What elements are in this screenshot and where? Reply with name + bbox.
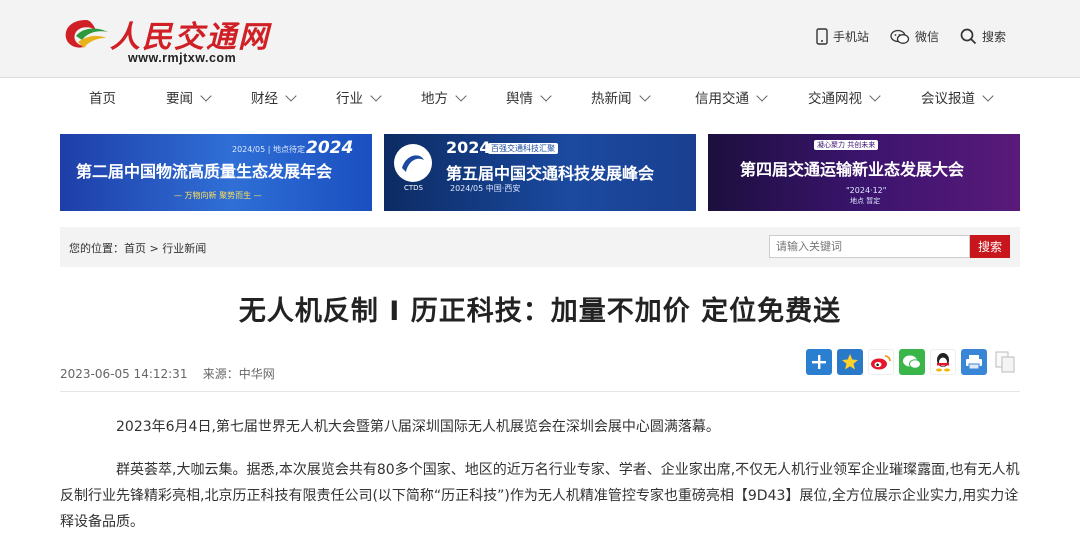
banner-logo-text: CTDS bbox=[404, 184, 423, 192]
nav-item-transport-video[interactable]: 交通网视 bbox=[808, 78, 881, 120]
banner-date: "2024·12" bbox=[846, 186, 887, 195]
banner-tag: 百强交通科技汇聚 bbox=[488, 143, 558, 154]
banner-title: 第四届交通运输新业态发展大会 bbox=[740, 160, 965, 179]
chevron-down-icon bbox=[638, 90, 651, 102]
header-search-link[interactable]: 搜索 bbox=[960, 28, 1006, 45]
banner-place: 地点 暂定 bbox=[850, 197, 881, 205]
nav-label: 首页 bbox=[89, 91, 116, 107]
nav-item-headlines[interactable]: 要闻 bbox=[166, 78, 212, 120]
banner-title: 第二届中国物流高质量生态发展年会 bbox=[76, 162, 333, 181]
ctds-logo-icon bbox=[394, 144, 432, 182]
nav-item-public-opinion[interactable]: 舆情 bbox=[506, 78, 552, 120]
breadcrumb-home[interactable]: 首页 bbox=[124, 242, 146, 255]
wechat-icon bbox=[890, 29, 910, 44]
chevron-down-icon bbox=[540, 90, 552, 102]
phone-icon bbox=[816, 28, 828, 45]
mobile-site-label: 手机站 bbox=[833, 30, 870, 44]
breadcrumb-bar: 您的位置：首页 > 行业新闻 搜索 bbox=[60, 227, 1020, 267]
meta-divider bbox=[60, 391, 1020, 392]
nav-item-home[interactable]: 首页 bbox=[89, 78, 116, 120]
chevron-down-icon bbox=[982, 90, 994, 102]
nav-item-finance[interactable]: 财经 bbox=[251, 78, 297, 120]
banner-tag: 凝心聚力 共创未来 bbox=[814, 140, 879, 150]
mobile-site-link[interactable]: 手机站 bbox=[816, 28, 869, 45]
chevron-down-icon bbox=[455, 90, 467, 102]
qq-icon[interactable] bbox=[930, 349, 956, 375]
breadcrumb-current[interactable]: 行业新闻 bbox=[162, 242, 206, 255]
article-source-label: 来源： bbox=[202, 367, 239, 381]
share-toolbar bbox=[806, 349, 1023, 375]
article-paragraph: 2023年6月4日,第七届世界无人机大会暨第八届深圳国际无人机展览会在深圳会展中… bbox=[116, 419, 720, 435]
main-nav: 首页 要闻 财经 行业 地方 舆情 热新闻 信用交通 交通网视 会议报道 bbox=[0, 77, 1080, 119]
banner-date: 2024/05 | 地点待定 bbox=[232, 145, 306, 154]
nav-item-hot-news[interactable]: 热新闻 bbox=[591, 78, 651, 120]
banner-year: 2024 bbox=[306, 138, 354, 158]
chevron-down-icon bbox=[370, 90, 382, 102]
nav-item-local[interactable]: 地方 bbox=[421, 78, 467, 120]
site-header: 人民交通网 www.rmjtxw.com 手机站 微信 搜索 bbox=[0, 0, 1080, 77]
nav-label: 交通网视 bbox=[808, 91, 862, 107]
chevron-down-icon bbox=[200, 90, 212, 102]
wechat-link[interactable]: 微信 bbox=[890, 28, 939, 45]
weibo-icon[interactable] bbox=[868, 349, 894, 375]
search-button[interactable]: 搜索 bbox=[970, 235, 1010, 258]
nav-label: 舆情 bbox=[506, 91, 533, 107]
breadcrumb: 您的位置：首页 > 行业新闻 bbox=[69, 240, 206, 256]
chevron-down-icon bbox=[756, 90, 768, 102]
site-logo[interactable]: 人民交通网 www.rmjtxw.com bbox=[62, 10, 282, 68]
article-date: 2023-06-05 14:12:31 bbox=[60, 367, 188, 381]
banner-date: 2024/05 中国·西安 bbox=[450, 184, 521, 193]
nav-label: 地方 bbox=[421, 91, 448, 107]
banner-title: 第五届中国交通科技发展峰会 bbox=[446, 164, 655, 183]
wechat-label: 微信 bbox=[915, 30, 940, 44]
wechat-share-icon[interactable] bbox=[899, 349, 925, 375]
nav-item-credit-transport[interactable]: 信用交通 bbox=[695, 78, 768, 120]
nav-label: 信用交通 bbox=[695, 91, 749, 107]
print-icon[interactable] bbox=[961, 349, 987, 375]
copy-icon[interactable] bbox=[992, 349, 1018, 375]
breadcrumb-prefix: 您的位置： bbox=[69, 242, 124, 255]
breadcrumb-separator: > bbox=[146, 242, 163, 255]
search-icon bbox=[960, 28, 977, 45]
search-input[interactable] bbox=[769, 235, 970, 258]
article-source: 中华网 bbox=[238, 367, 275, 381]
banner-new-business-conference[interactable]: 凝心聚力 共创未来 第四届交通运输新业态发展大会 "2024·12" 地点 暂定 bbox=[708, 134, 1020, 211]
site-url: www.rmjtxw.com bbox=[128, 51, 237, 65]
share-plus-icon[interactable] bbox=[806, 349, 832, 375]
banner-logistics-conference[interactable]: 2024/05 | 地点待定 2024 第二届中国物流高质量生态发展年会 — 万… bbox=[60, 134, 372, 211]
nav-label: 会议报道 bbox=[921, 91, 975, 107]
qzone-icon[interactable] bbox=[837, 349, 863, 375]
article-title: 无人机反制 I 历正科技：加量不加价 定位免费送 bbox=[238, 296, 842, 327]
search-label: 搜索 bbox=[982, 30, 1007, 44]
chevron-down-icon bbox=[285, 90, 297, 102]
banner-tech-summit[interactable]: CTDS 2024 百强交通科技汇聚 第五届中国交通科技发展峰会 2024/05… bbox=[384, 134, 696, 211]
article-paragraph: 群英荟萃,大咖云集。据悉,本次展览会共有80多个国家、地区的近万名行业专家、学者… bbox=[60, 462, 1020, 530]
nav-label: 热新闻 bbox=[591, 91, 632, 107]
article-meta: 2023-06-05 14:12:31 来源：中华网 bbox=[60, 365, 275, 382]
site-brand: 人民交通网 bbox=[110, 20, 270, 55]
nav-item-industry[interactable]: 行业 bbox=[336, 78, 382, 120]
logo-swirl-icon bbox=[65, 20, 108, 48]
chevron-down-icon bbox=[869, 90, 881, 102]
nav-item-conference-reports[interactable]: 会议报道 bbox=[921, 78, 994, 120]
nav-label: 财经 bbox=[251, 91, 278, 107]
nav-label: 要闻 bbox=[166, 91, 193, 107]
banner-slogan: — 万物向新 聚势而生 — bbox=[174, 191, 262, 200]
nav-label: 行业 bbox=[336, 91, 363, 107]
banner-year: 2024 bbox=[446, 138, 491, 157]
